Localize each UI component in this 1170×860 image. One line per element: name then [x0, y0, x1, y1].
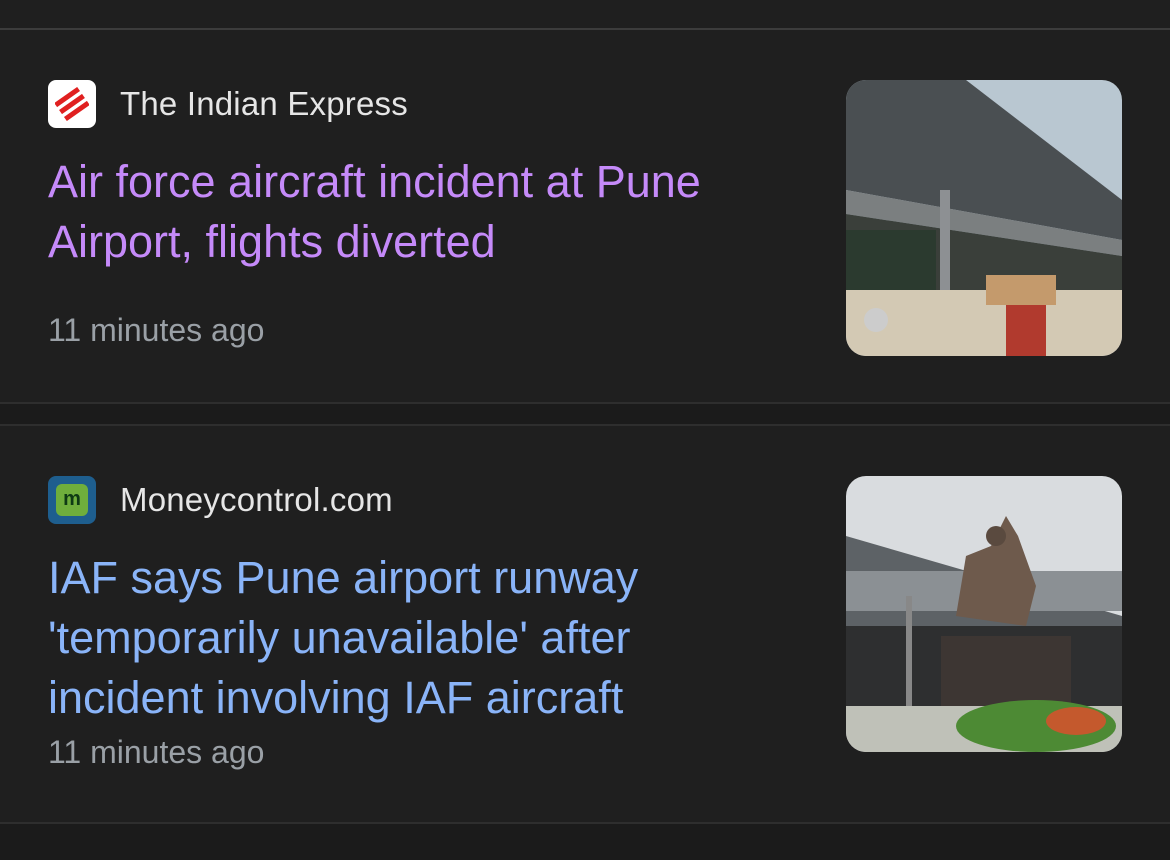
bottom-strip [0, 822, 1170, 860]
timestamp: 11 minutes ago [48, 734, 265, 770]
source-name: The Indian Express [120, 85, 408, 122]
favicon-letter: m [56, 484, 88, 516]
card-gap [0, 402, 1170, 426]
moneycontrol-logo-icon: m [48, 476, 96, 524]
top-strip [0, 0, 1170, 28]
airport-terminal-thumbnail[interactable] [846, 80, 1122, 356]
news-card[interactable]: The Indian Express Air force aircraft in… [0, 30, 1170, 402]
timestamp: 11 minutes ago [48, 312, 265, 348]
source-name: Moneycontrol.com [120, 481, 393, 518]
news-card[interactable]: m Moneycontrol.com IAF says Pune airport… [0, 426, 1170, 822]
source-row: m Moneycontrol.com [48, 476, 393, 524]
headline-link[interactable]: Air force aircraft incident at Pune Airp… [48, 152, 788, 272]
indian-express-logo-icon [48, 80, 96, 128]
headline-link[interactable]: IAF says Pune airport runway 'temporaril… [48, 548, 788, 728]
airport-statue-thumbnail[interactable] [846, 476, 1122, 752]
source-row: The Indian Express [48, 80, 408, 128]
